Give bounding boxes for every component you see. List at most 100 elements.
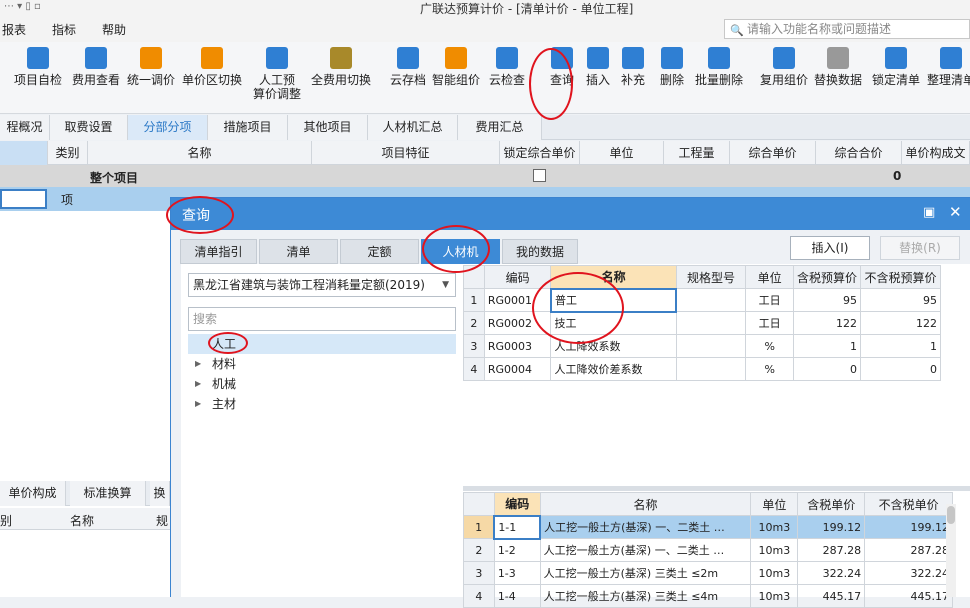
- col-notax-price[interactable]: 不含税单价: [864, 492, 953, 516]
- tab-project-overview[interactable]: 程概况: [0, 115, 50, 140]
- tab-standard-conversion[interactable]: 标准换算: [70, 481, 146, 506]
- tab-my-data[interactable]: 我的数据: [502, 239, 578, 264]
- toolbar-button-0[interactable]: 项目自检: [14, 47, 62, 87]
- cell-code[interactable]: 1-4: [493, 584, 541, 608]
- table-row[interactable]: 3 1-3 人工挖一般土方(基深) 三类土 ≤2m 10m3 322.24 322.24: [463, 561, 953, 585]
- cell-code[interactable]: 1-1: [493, 514, 542, 540]
- tab-sub-items[interactable]: 分部分项: [128, 115, 208, 140]
- table-row[interactable]: 3 RG0003 人工降效系数% 1 1: [463, 334, 942, 358]
- toolbar-button-14[interactable]: 复用组价: [760, 47, 808, 87]
- cell-tax[interactable]: 1: [792, 334, 861, 358]
- cell-tax[interactable]: 95: [792, 288, 861, 312]
- table-row[interactable]: 1 1-1 人工挖一般土方(基深) 一、二类土 … 10m3 199.12 199.12: [463, 514, 953, 540]
- tab-quota[interactable]: 定额: [340, 239, 419, 264]
- expand-icon[interactable]: ▶: [195, 394, 201, 414]
- toolbar-button-6[interactable]: 云存档: [390, 47, 426, 87]
- cell-spec[interactable]: [675, 288, 747, 312]
- quick-access-icons[interactable]: ⋯ ▾ ▯ ▫: [4, 1, 41, 12]
- cell-name[interactable]: 人工降效价差系数: [550, 357, 677, 381]
- cell-name[interactable]: 人工挖一般土方(基深) 三类土 ≤2m: [539, 561, 752, 585]
- cell-notax[interactable]: 0: [859, 357, 942, 381]
- cell-tax[interactable]: 445.17: [797, 584, 866, 608]
- cell-tax[interactable]: 199.12: [797, 515, 866, 539]
- scrollbar-thumb[interactable]: [947, 506, 955, 524]
- col-unit[interactable]: 单位: [745, 265, 794, 289]
- toolbar-button-8[interactable]: 云检查: [488, 47, 526, 87]
- menu-help[interactable]: 帮助: [102, 21, 126, 38]
- maximize-icon[interactable]: ▣: [923, 205, 935, 220]
- tab-other-items[interactable]: 其他项目: [288, 115, 368, 140]
- menu-report[interactable]: 报表: [2, 21, 26, 38]
- cell-notax[interactable]: 322.24: [864, 561, 953, 585]
- toolbar-button-3[interactable]: 单价区切换: [181, 47, 243, 87]
- col-unit[interactable]: 单位: [750, 492, 799, 516]
- toolbar-button-2[interactable]: 统一调价: [126, 47, 176, 87]
- col-tax-price[interactable]: 含税预算价: [792, 265, 861, 289]
- toolbar-button-15[interactable]: 替换数据: [814, 47, 862, 87]
- cell-idx[interactable]: 3: [463, 561, 495, 585]
- cell-idx[interactable]: 3: [463, 334, 485, 358]
- tree-item-machine[interactable]: ▶ 机械: [188, 374, 456, 394]
- cell-name[interactable]: 人工挖一般土方(基深) 一、二类土 …: [539, 515, 752, 539]
- cell-name[interactable]: 人工挖一般土方(基深) 一、二类土 …: [539, 538, 752, 562]
- col-name[interactable]: 名称: [88, 141, 312, 165]
- cell-unit[interactable]: 工日: [745, 288, 794, 312]
- tab-price-composition[interactable]: 单价构成: [0, 481, 66, 506]
- cell-unit[interactable]: 10m3: [750, 561, 799, 585]
- grid-row-project[interactable]: 整个项目 0: [0, 165, 970, 187]
- cell-unit[interactable]: %: [745, 357, 794, 381]
- cell-code[interactable]: RG0003: [483, 334, 552, 358]
- toolbar-button-7[interactable]: 智能组价: [431, 47, 481, 87]
- tab-materials-summary[interactable]: 人材机汇总: [368, 115, 458, 140]
- expand-icon[interactable]: ▶: [195, 374, 201, 394]
- table-row[interactable]: 4 RG0004 人工降效价差系数% 0 0: [463, 357, 942, 381]
- expand-icon[interactable]: ▶: [195, 354, 201, 374]
- lock-checkbox[interactable]: [533, 169, 546, 182]
- cell-code[interactable]: RG0004: [483, 357, 552, 381]
- tab-fee-settings[interactable]: 取费设置: [50, 115, 128, 140]
- cell-notax[interactable]: 445.17: [864, 584, 953, 608]
- toolbar-button-13[interactable]: 批量删除: [694, 47, 744, 87]
- menu-index[interactable]: 指标: [52, 21, 76, 38]
- tree-item-material[interactable]: ▶ 材料: [188, 354, 456, 374]
- toolbar-button-10[interactable]: 插入: [583, 47, 613, 87]
- col-total-price[interactable]: 综合合价: [816, 141, 902, 165]
- cell-unit[interactable]: 10m3: [750, 515, 799, 539]
- cell-unit[interactable]: 10m3: [750, 538, 799, 562]
- col-unit-price[interactable]: 综合单价: [730, 141, 816, 165]
- cell-idx[interactable]: 4: [463, 357, 485, 381]
- library-select[interactable]: 黑龙江省建筑与装饰工程消耗量定额(2019) ▼: [188, 273, 456, 297]
- scrollbar[interactable]: [946, 504, 956, 597]
- cell-unit[interactable]: %: [745, 334, 794, 358]
- cell-tax[interactable]: 122: [792, 311, 861, 335]
- cell-spec[interactable]: [675, 357, 747, 381]
- table-row[interactable]: 4 1-4 人工挖一般土方(基深) 三类土 ≤4m 10m3 445.17 445.17: [463, 584, 953, 608]
- replace-button[interactable]: 替换(R): [880, 236, 960, 260]
- function-search-input[interactable]: 🔍 请输入功能名称或问题描述: [724, 19, 970, 39]
- col-code[interactable]: 编码: [493, 492, 541, 516]
- cell-name[interactable]: 人工挖一般土方(基深) 三类土 ≤4m: [539, 584, 752, 608]
- col-lock-price[interactable]: 锁定综合单价: [500, 141, 580, 165]
- tab-conversion[interactable]: 换: [150, 481, 170, 506]
- cell-notax[interactable]: 199.12: [864, 515, 953, 539]
- close-icon[interactable]: ✕: [949, 203, 962, 221]
- toolbar-button-5[interactable]: 全费用切换: [310, 47, 372, 87]
- col-tax-price[interactable]: 含税单价: [797, 492, 866, 516]
- col-unit[interactable]: 单位: [580, 141, 664, 165]
- cell-tax[interactable]: 287.28: [797, 538, 866, 562]
- cell-code[interactable]: 1-2: [493, 538, 541, 562]
- grid-col-select[interactable]: [0, 141, 48, 165]
- cell-tax[interactable]: 322.24: [797, 561, 866, 585]
- col-name[interactable]: 名称: [539, 492, 752, 516]
- insert-button[interactable]: 插入(I): [790, 236, 870, 260]
- table-row[interactable]: 2 1-2 人工挖一般土方(基深) 一、二类土 … 10m3 287.28 287.28: [463, 538, 953, 562]
- tree-item-main-material[interactable]: ▶ 主材: [188, 394, 456, 414]
- cell-unit[interactable]: 工日: [745, 311, 794, 335]
- col-features[interactable]: 项目特征: [312, 141, 500, 165]
- cell-notax[interactable]: 122: [859, 311, 942, 335]
- cell-notax[interactable]: 95: [859, 288, 942, 312]
- cell-notax[interactable]: 1: [859, 334, 942, 358]
- cell-idx[interactable]: 4: [463, 584, 495, 608]
- col-spec[interactable]: 规格型号: [675, 265, 747, 289]
- tab-bill[interactable]: 清单: [259, 239, 338, 264]
